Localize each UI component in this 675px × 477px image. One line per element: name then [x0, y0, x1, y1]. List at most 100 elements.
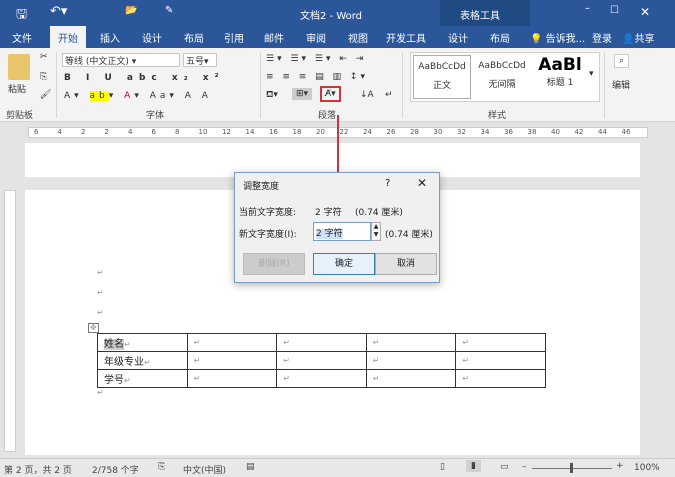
tab-mailings[interactable]: 邮件: [264, 30, 284, 45]
find-icon[interactable]: ⌕: [614, 54, 630, 68]
login-button[interactable]: 登录: [592, 30, 612, 45]
zoom-slider-thumb[interactable]: [570, 463, 573, 473]
open-icon[interactable]: 📂: [125, 5, 137, 16]
macro-icon[interactable]: ▤: [246, 462, 255, 472]
ruler-tick: 4: [57, 128, 62, 136]
delete-button[interactable]: 删除(R): [243, 253, 305, 275]
sort-icon[interactable]: ↓A: [360, 90, 374, 100]
table-cell[interactable]: ↵: [455, 351, 546, 370]
table-cell[interactable]: ↵: [365, 351, 457, 370]
new-width-input[interactable]: 2 字符: [313, 222, 371, 241]
maximize-icon[interactable]: ☐: [610, 5, 619, 16]
align-buttons[interactable]: ≡ ≡ ≡ ▤ ▥ ↕▾: [266, 72, 368, 82]
current-width-label: 当前文字宽度:: [239, 208, 297, 218]
help-button[interactable]: ?: [385, 178, 390, 189]
zoom-in-button[interactable]: +: [616, 461, 624, 471]
vertical-ruler[interactable]: [4, 190, 16, 452]
tab-table-layout[interactable]: 布局: [490, 30, 510, 45]
style-heading1[interactable]: AaBl 标题 1: [533, 55, 587, 99]
table-row: 姓名↵ ↵ ↵ ↵ ↵: [97, 333, 546, 352]
chinese-layout-button[interactable]: A̸▾: [320, 86, 341, 102]
shading-icon[interactable]: ⛾▾: [266, 90, 278, 101]
language[interactable]: 中文(中国): [183, 463, 226, 476]
zoom-level[interactable]: 100%: [634, 463, 660, 473]
ruler-tick: 44: [598, 128, 607, 136]
web-layout-icon[interactable]: ▭: [500, 462, 509, 472]
separator: [56, 52, 57, 118]
editing-button[interactable]: 编辑: [612, 78, 630, 91]
table-cell[interactable]: ↵: [365, 333, 457, 352]
tell-me-input[interactable]: 💡 告诉我...: [530, 30, 585, 45]
table-cell[interactable]: 学号↵: [97, 369, 188, 388]
tab-design[interactable]: 设计: [142, 30, 162, 45]
tab-view[interactable]: 视图: [348, 30, 368, 45]
show-marks-icon[interactable]: ↵: [385, 90, 393, 100]
proofing-icon[interactable]: ⎘: [158, 462, 165, 472]
table-cell[interactable]: ↵: [276, 333, 367, 352]
table-cell[interactable]: ↵: [455, 333, 546, 352]
tab-table-design[interactable]: 设计: [448, 30, 468, 45]
new-icon[interactable]: ✎: [165, 5, 173, 16]
table-cell[interactable]: ↵: [276, 351, 367, 370]
tab-file[interactable]: 文件: [12, 30, 32, 45]
table-cell[interactable]: ↵: [365, 369, 457, 388]
font-size-select[interactable]: 五号▾: [183, 53, 217, 67]
ribbon: 粘贴 ✂ ⎘ 🖌 等线 (中文正文) ▾ 五号▾ B I U abc x₂ x²…: [0, 48, 675, 122]
style-normal[interactable]: AaBbCcDd 正文: [413, 55, 471, 99]
copy-icon[interactable]: ⎘: [40, 72, 47, 82]
word-count[interactable]: 2/758 个字: [92, 463, 139, 476]
ruler-tick: 8: [175, 128, 180, 136]
tab-review[interactable]: 审阅: [306, 30, 326, 45]
format-painter-icon[interactable]: 🖌: [40, 90, 51, 100]
close-dialog-icon[interactable]: ✕: [417, 176, 427, 190]
page-count[interactable]: 第 2 页，共 2 页: [4, 463, 72, 476]
borders-icon[interactable]: ⊞▾: [292, 88, 313, 100]
style-no-spacing[interactable]: AaBbCcDd 无间隔: [473, 55, 531, 99]
new-width-value: 2 字符: [316, 229, 343, 239]
ruler-tick: 6: [34, 128, 39, 136]
tab-layout[interactable]: 布局: [184, 30, 204, 45]
paste-icon[interactable]: [8, 54, 30, 80]
styles-scroll[interactable]: ▾: [589, 69, 594, 79]
group-label-font: 字体: [146, 111, 165, 121]
font-effect-buttons[interactable]: A▾ ab▾ A▾ Aa▾ A A: [64, 91, 212, 101]
font-name-select[interactable]: 等线 (中文正文) ▾: [62, 53, 180, 67]
read-mode-icon[interactable]: ▯: [440, 462, 445, 472]
ruler-tick: 34: [480, 128, 490, 136]
table-cell[interactable]: ↵: [276, 369, 367, 388]
group-label-paragraph: 段落: [318, 111, 337, 121]
print-layout-icon[interactable]: ▮: [466, 460, 481, 472]
ok-button[interactable]: 确定: [313, 253, 375, 275]
table-cell[interactable]: 姓名↵: [97, 333, 188, 352]
tab-insert[interactable]: 插入: [100, 30, 120, 45]
cut-icon[interactable]: ✂: [40, 52, 48, 62]
ruler-tick: 12: [222, 128, 231, 136]
zoom-out-button[interactable]: –: [522, 462, 527, 472]
tab-references[interactable]: 引用: [224, 30, 244, 45]
cell-mark: ↵: [462, 356, 470, 365]
cell-mark: ↵: [462, 374, 470, 383]
tab-home[interactable]: 开始: [50, 26, 86, 48]
undo-icon[interactable]: ↶▾: [50, 4, 67, 19]
table-cell[interactable]: ↵: [186, 351, 278, 370]
style-preview: AaBbCcDd: [418, 62, 466, 72]
width-spinner[interactable]: ▲ ▼: [371, 222, 381, 241]
tab-developer[interactable]: 开发工具: [386, 30, 426, 45]
save-icon[interactable]: 🖫: [16, 5, 27, 27]
cancel-button[interactable]: 取消: [375, 253, 437, 275]
ruler-tick: 36: [504, 128, 513, 136]
ruler-tick: 46: [621, 128, 631, 136]
close-window-icon[interactable]: ✕: [640, 5, 650, 19]
cell-mark: ↵: [372, 356, 380, 365]
table-move-handle[interactable]: ✥: [88, 323, 99, 333]
share-button[interactable]: 👤共享: [622, 30, 654, 45]
minimize-icon[interactable]: –: [585, 3, 590, 14]
table-cell[interactable]: 年级专业↵: [97, 351, 188, 370]
table-cell[interactable]: ↵: [186, 369, 278, 388]
list-buttons[interactable]: ☰▾ ☰▾ ☰▾ ⇤ ⇥: [266, 54, 366, 64]
bold-italic-underline-buttons[interactable]: B I U abc x₂ x²: [64, 73, 225, 83]
table-cell[interactable]: ↵: [186, 333, 278, 352]
table-cell[interactable]: ↵: [455, 369, 546, 388]
paste-button[interactable]: 粘贴: [8, 82, 26, 95]
current-width-value: 2 字符: [315, 208, 342, 218]
